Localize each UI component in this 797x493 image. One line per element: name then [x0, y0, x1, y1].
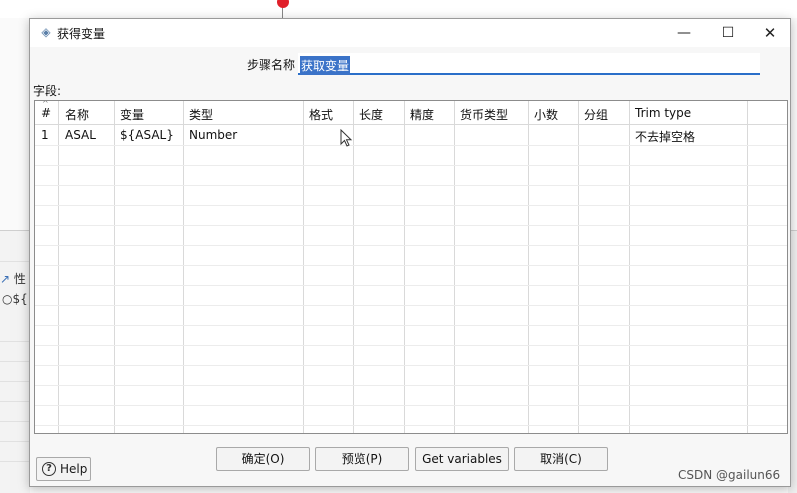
- close-button[interactable]: ✕: [748, 19, 792, 47]
- background-row-divider: [0, 441, 30, 442]
- header-precision[interactable]: 精度: [410, 106, 434, 123]
- cell-index[interactable]: 1: [41, 128, 49, 142]
- background-row-divider: [0, 361, 30, 362]
- ok-button[interactable]: 确定(O): [216, 447, 310, 471]
- background-radio-label: ${: [12, 292, 28, 306]
- radio-icon: ○: [2, 292, 13, 306]
- background-row-divider: [0, 401, 30, 402]
- mouse-pointer-icon: [340, 129, 353, 147]
- row-divider: [35, 165, 787, 166]
- row-divider: [35, 365, 787, 366]
- get-variables-dialog: ◈ 获得变量 — ☐ ✕ 步骤名称 获取变量 字段: ^ # 名称 变量 类型 …: [29, 18, 791, 487]
- preview-button[interactable]: 预览(P): [315, 447, 409, 471]
- diamond-step-icon: ◈: [41, 25, 51, 39]
- background-row-divider: [0, 341, 30, 342]
- screen: ↗ 性 ○${ ◈ 获得变量 — ☐ ✕ 步骤名称 获取变量 字段: ^ # 名…: [0, 0, 797, 493]
- row-divider: [35, 325, 787, 326]
- background-row-divider: [0, 421, 30, 422]
- help-label: Help: [60, 462, 88, 476]
- header-length[interactable]: 长度: [359, 106, 383, 123]
- background-radio[interactable]: ○${: [2, 292, 28, 306]
- cancel-button[interactable]: 取消(C): [514, 447, 608, 471]
- chart-line-icon: ↗: [0, 272, 11, 286]
- cell-name[interactable]: ASAL: [65, 128, 96, 142]
- cell-type[interactable]: Number: [189, 128, 237, 142]
- help-circle-icon: ?: [42, 462, 56, 476]
- row-divider: [35, 405, 787, 406]
- title-bar[interactable]: ◈ 获得变量 — ☐ ✕: [30, 19, 790, 47]
- watermark: CSDN @gailun66: [678, 468, 781, 482]
- fields-label: 字段:: [33, 84, 62, 98]
- maximize-button[interactable]: ☐: [706, 19, 750, 47]
- header-variable[interactable]: 变量: [120, 106, 144, 123]
- get-variables-button[interactable]: Get variables: [415, 447, 509, 471]
- header-currency[interactable]: 货币类型: [460, 106, 508, 123]
- background-canvas: [0, 0, 797, 18]
- header-format[interactable]: 格式: [309, 106, 333, 123]
- background-row-divider: [0, 381, 30, 382]
- row-divider: [35, 305, 787, 306]
- background-tab[interactable]: ↗ 性: [0, 270, 30, 288]
- window-title: 获得变量: [57, 27, 106, 41]
- minimize-button[interactable]: —: [662, 19, 706, 47]
- background-row-divider: [0, 461, 30, 462]
- row-divider: [35, 345, 787, 346]
- background-tab-label: 性: [13, 272, 26, 286]
- row-divider: [35, 225, 787, 226]
- cell-trim-type[interactable]: 不去掉空格: [635, 128, 695, 145]
- header-trim-type[interactable]: Trim type: [635, 106, 691, 120]
- help-button[interactable]: ? Help: [36, 457, 91, 481]
- row-divider: [35, 145, 787, 146]
- step-name-input[interactable]: 获取变量: [298, 53, 760, 75]
- header-decimal[interactable]: 小数: [534, 106, 558, 123]
- fields-table[interactable]: ^ # 名称 变量 类型 格式 长度 精度 货币类型 小数 分组 Trim ty…: [34, 100, 788, 434]
- row-divider: [35, 425, 787, 426]
- row-divider: [35, 285, 787, 286]
- row-divider: [35, 385, 787, 386]
- row-divider: [35, 265, 787, 266]
- header-group[interactable]: 分组: [584, 106, 608, 123]
- cell-variable[interactable]: ${ASAL}: [120, 128, 174, 142]
- row-divider: [35, 245, 787, 246]
- header-index[interactable]: #: [41, 106, 51, 120]
- step-name-label: 步骤名称: [247, 58, 296, 72]
- background-row-divider: [0, 261, 30, 262]
- row-divider: [35, 185, 787, 186]
- header-type[interactable]: 类型: [189, 106, 213, 123]
- header-name[interactable]: 名称: [65, 106, 89, 123]
- table-header: ^ # 名称 变量 类型 格式 长度 精度 货币类型 小数 分组 Trim ty…: [35, 101, 787, 125]
- row-divider: [35, 205, 787, 206]
- step-name-value: 获取变量: [300, 56, 351, 75]
